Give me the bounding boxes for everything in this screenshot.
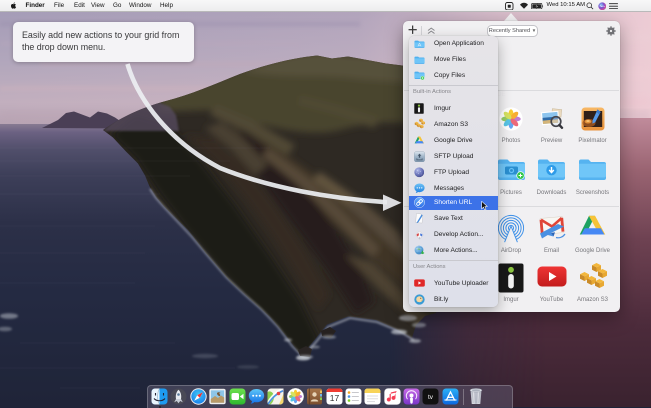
svg-text:17: 17 [329, 393, 339, 403]
svg-text:tv: tv [428, 394, 434, 401]
